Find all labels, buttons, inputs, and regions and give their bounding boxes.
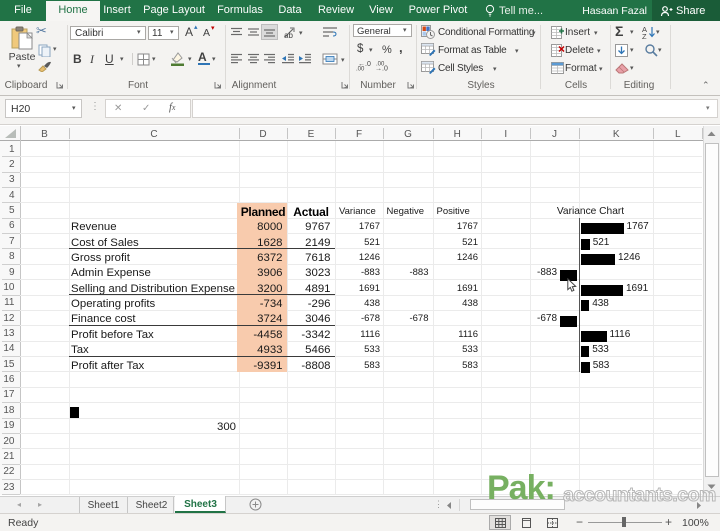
svg-text:Z: Z	[642, 32, 647, 39]
svg-text:.00: .00	[356, 67, 365, 72]
svg-text:→.0: →.0	[375, 66, 388, 72]
svg-text:ab: ab	[284, 31, 293, 39]
